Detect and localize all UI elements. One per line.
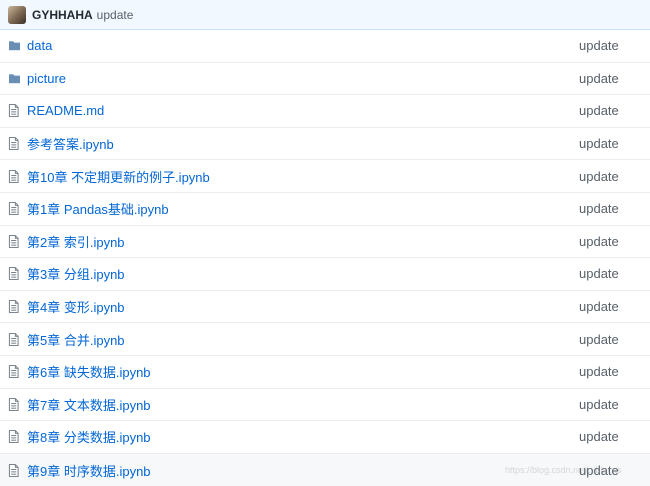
commit-message-link[interactable]: update xyxy=(579,169,619,184)
folder-icon xyxy=(8,72,21,84)
file-row: 第6章 缺失数据.ipynb update xyxy=(0,356,650,389)
file-row: 第1章 Pandas基础.ipynb update xyxy=(0,193,650,226)
file-name-link[interactable]: 第8章 分类数据.ipynb xyxy=(27,427,151,446)
commit-message-link[interactable]: update xyxy=(579,103,619,118)
file-name-link[interactable]: 参考答案.ipynb xyxy=(27,134,114,153)
avatar[interactable] xyxy=(8,5,26,24)
file-row: picture update xyxy=(0,63,650,96)
file-icon xyxy=(8,300,21,313)
file-name-link[interactable]: README.md xyxy=(27,103,104,118)
file-icon xyxy=(8,397,21,411)
file-row: 第8章 分类数据.ipynb update xyxy=(0,421,650,454)
file-icon xyxy=(8,202,21,216)
file-icon xyxy=(8,169,21,183)
file-icon xyxy=(8,430,21,444)
file-row: 第7章 文本数据.ipynb update xyxy=(0,389,650,422)
file-icon xyxy=(8,137,21,150)
commit-message-link[interactable]: update xyxy=(579,201,619,216)
commit-message-link[interactable]: update xyxy=(579,266,619,281)
commit-message-link[interactable]: update xyxy=(579,332,619,347)
file-row: 参考答案.ipynb update xyxy=(0,128,650,161)
commit-message[interactable]: update xyxy=(97,8,134,22)
file-name-link[interactable]: 第6章 缺失数据.ipynb xyxy=(27,362,151,381)
file-row: 第2章 索引.ipynb update xyxy=(0,226,650,259)
file-icon xyxy=(8,104,21,118)
file-name-link[interactable]: 第3章 分组.ipynb xyxy=(27,264,125,283)
file-name-link[interactable]: data xyxy=(27,38,52,53)
file-row: 第4章 变形.ipynb update xyxy=(0,291,650,324)
folder-icon xyxy=(8,40,21,52)
file-name-link[interactable]: 第4章 变形.ipynb xyxy=(27,297,125,316)
commit-author[interactable]: GYHHAHA xyxy=(32,8,93,22)
file-row: README.md update xyxy=(0,95,650,128)
commit-message-link[interactable]: update xyxy=(579,463,619,478)
file-row: 第10章 不定期更新的例子.ipynb update xyxy=(0,160,650,193)
file-name-link[interactable]: 第10章 不定期更新的例子.ipynb xyxy=(27,167,210,186)
commit-message-link[interactable]: update xyxy=(579,397,619,412)
file-icon xyxy=(8,234,21,248)
file-row: data update xyxy=(0,30,650,63)
commit-message-link[interactable]: update xyxy=(579,136,619,151)
file-row: 第9章 时序数据.ipynb update xyxy=(0,453,650,486)
latest-commit-bar: GYHHAHA update xyxy=(0,0,650,30)
commit-message-link[interactable]: update xyxy=(579,299,619,314)
file-icon xyxy=(8,463,21,477)
commit-message-link[interactable]: update xyxy=(579,429,619,444)
file-icon xyxy=(8,365,21,379)
file-name-link[interactable]: 第2章 索引.ipynb xyxy=(27,232,125,251)
file-row: 第5章 合并.ipynb update xyxy=(0,323,650,356)
commit-message-link[interactable]: update xyxy=(579,364,619,379)
file-name-link[interactable]: 第1章 Pandas基础.ipynb xyxy=(27,199,169,218)
commit-message-link[interactable]: update xyxy=(579,234,619,249)
file-name-link[interactable]: 第9章 时序数据.ipynb xyxy=(27,461,151,480)
commit-message-link[interactable]: update xyxy=(579,71,619,86)
file-icon xyxy=(8,332,21,346)
file-name-link[interactable]: 第7章 文本数据.ipynb xyxy=(27,395,151,414)
file-name-link[interactable]: 第5章 合并.ipynb xyxy=(27,330,125,349)
file-list: data update picture update README.md update 参考… xyxy=(0,30,650,486)
file-row: 第3章 分组.ipynb update xyxy=(0,258,650,291)
file-name-link[interactable]: picture xyxy=(27,71,66,86)
commit-message-link[interactable]: update xyxy=(579,38,619,53)
file-icon xyxy=(8,267,21,281)
